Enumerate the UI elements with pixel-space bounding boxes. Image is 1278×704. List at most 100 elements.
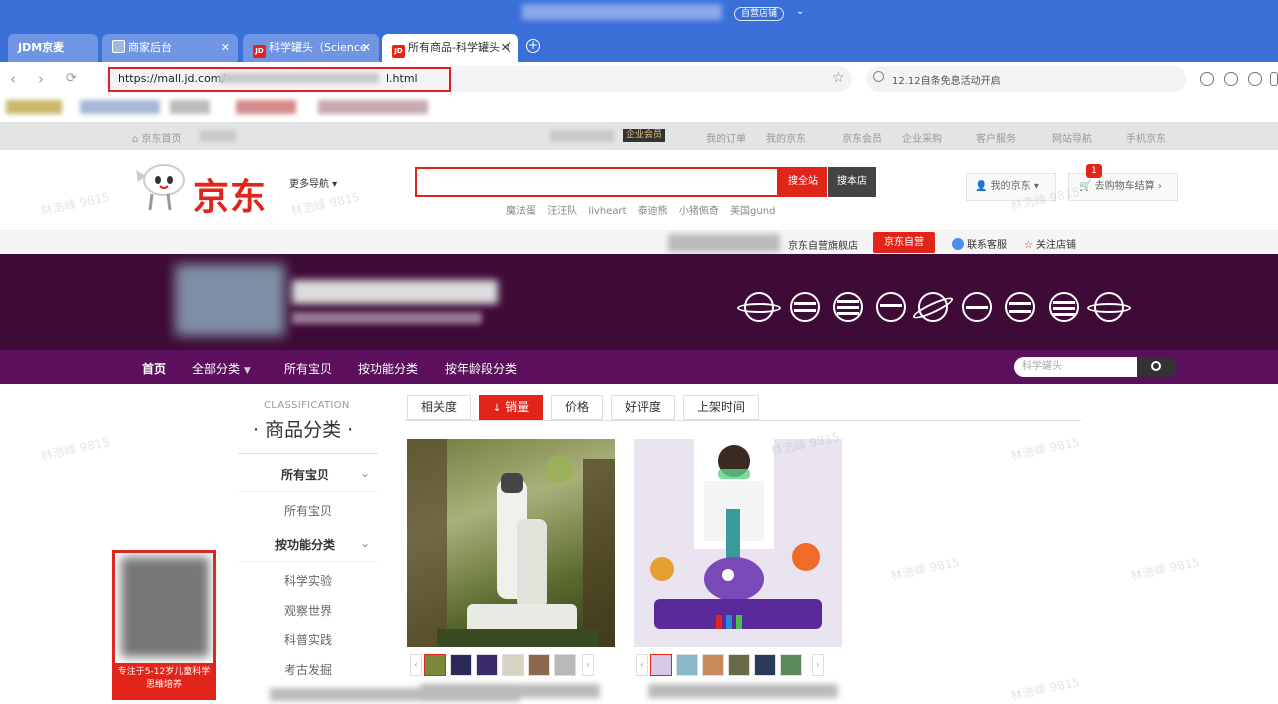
tab-science-can[interactable]: JD 科学罐头（Science ✕ (243, 34, 379, 62)
chevron-left-icon[interactable]: ‹ (636, 654, 648, 676)
hotword-link[interactable]: 汪汪队 (547, 206, 577, 217)
product-price-redacted (420, 684, 600, 698)
close-icon[interactable]: ✕ (221, 34, 230, 62)
thumbnail[interactable] (528, 654, 550, 676)
tab-all-products[interactable]: JD 所有商品-科学罐头（ ✕ (382, 34, 518, 62)
thumbnail[interactable] (650, 654, 672, 676)
side-item-archaeology[interactable]: 考古发掘 (238, 661, 378, 678)
side-item-science-practice[interactable]: 科普实践 (238, 631, 378, 648)
sort-relevance[interactable]: 相关度 (407, 395, 471, 420)
side-item-all-products[interactable]: 所有宝贝 (238, 502, 378, 519)
thumbnail[interactable] (754, 654, 776, 676)
product-image-microscope[interactable] (407, 439, 615, 647)
bookmark-redacted[interactable] (80, 100, 160, 114)
chevron-down-icon[interactable]: ⌄ (360, 526, 370, 560)
extension-icon[interactable] (1270, 72, 1278, 86)
title-redacted (522, 4, 722, 20)
tab-jdm[interactable]: JDM京麦 (8, 34, 98, 62)
thumbnail[interactable] (728, 654, 750, 676)
jd-dog-logo-icon[interactable] (130, 162, 190, 212)
chevron-right-icon[interactable]: › (812, 654, 824, 676)
contact-service-link[interactable]: 联系客服 (952, 236, 1007, 251)
hotword-link[interactable]: 魔法蛋 (506, 206, 536, 217)
sort-rating[interactable]: 好评度 (611, 395, 675, 420)
cart-button[interactable]: 🛒 去购物车结算 › (1068, 173, 1178, 201)
tab-seller-backend[interactable]: 商家后台 ✕ (102, 34, 238, 62)
enterprise-vip-badge[interactable]: 企业会员 (623, 129, 666, 142)
qr-code-card[interactable]: 专注于5-12岁儿童科学思维培养 (112, 550, 216, 700)
thumbnail[interactable] (476, 654, 498, 676)
chevron-left-icon[interactable]: ‹ (410, 654, 422, 676)
bookmark-redacted[interactable] (318, 100, 428, 114)
thumbnail[interactable] (676, 654, 698, 676)
store-nav-by-function[interactable]: 按功能分类 (358, 360, 418, 377)
my-jd-button[interactable]: 👤 我的京东 ▾ (966, 173, 1056, 201)
shortcut-jd-vip[interactable]: 京东会员 (842, 130, 882, 145)
extension-icon[interactable] (1200, 72, 1214, 86)
store-nav-home[interactable]: 首页 (142, 360, 166, 377)
shortcut-site-nav[interactable]: 网站导航 (1052, 130, 1092, 145)
thumbnail[interactable] (450, 654, 472, 676)
thumbnail[interactable] (502, 654, 524, 676)
shortcut-service[interactable]: 客户服务 (976, 130, 1016, 145)
jd-self-operated-badge[interactable]: 京东自营 (873, 232, 935, 253)
bookmark-redacted[interactable] (6, 100, 62, 114)
extension-icon[interactable] (1224, 72, 1238, 86)
store-type-pill[interactable]: 自营店铺 (734, 7, 785, 21)
url-text[interactable]: https://mall.jd.com/ (118, 72, 225, 85)
reload-icon[interactable]: ⟳ (66, 71, 77, 86)
search-store-button[interactable]: 搜本店 (828, 167, 876, 197)
follow-label: 关注店铺 (1035, 240, 1076, 251)
forward-icon[interactable]: › (38, 70, 44, 88)
side-item-observe-world[interactable]: 观察世界 (238, 602, 378, 619)
follow-store-link[interactable]: ☆ 关注店铺 (1024, 236, 1076, 251)
sort-price[interactable]: 价格 (551, 395, 603, 420)
store-search-button[interactable] (1137, 357, 1177, 377)
store-nav-all-products[interactable]: 所有宝贝 (284, 360, 332, 377)
close-icon[interactable]: ✕ (501, 34, 510, 62)
caret-down-icon: ▼ (243, 366, 251, 376)
chevron-down-icon[interactable]: ⌄ (360, 456, 370, 490)
sort-sales[interactable]: ↓ 销量 (479, 395, 543, 420)
store-nav-by-age[interactable]: 按年龄段分类 (445, 360, 517, 377)
jd-logo-text[interactable]: 京东 (193, 168, 267, 220)
jd-favicon-icon: JD (253, 45, 266, 58)
side-category-function[interactable]: 按功能分类 ⌄ (238, 528, 378, 562)
tab-label: 商家后台 (128, 41, 172, 54)
side-category-all[interactable]: 所有宝贝 ⌄ (238, 458, 378, 492)
shortcut-my-orders[interactable]: 我的订单 (706, 130, 746, 145)
close-icon[interactable]: ✕ (362, 34, 371, 62)
search-all-button[interactable]: 搜全站 (779, 167, 827, 197)
more-nav-dropdown[interactable]: 更多导航 ▾ (289, 175, 337, 190)
sort-newest[interactable]: 上架时间 (683, 395, 759, 420)
cart-count-badge: 1 (1086, 164, 1102, 178)
side-item-science-experiment[interactable]: 科学实验 (238, 572, 378, 589)
store-type-label: 京东自营旗舰店 (788, 241, 858, 252)
browser-search-text[interactable]: 12.12自条免息活动开启 (892, 72, 1001, 87)
thumbnail[interactable] (424, 654, 446, 676)
hotword-link[interactable]: 小猪佩奇 (679, 206, 719, 217)
thumbnail[interactable] (702, 654, 724, 676)
store-search-input[interactable]: 科学罐头 (1014, 357, 1138, 377)
jd-home-link[interactable]: ⌂ 京东首页 (132, 130, 182, 145)
shortcut-enterprise[interactable]: 企业采购 (902, 130, 942, 145)
bookmark-redacted[interactable] (236, 100, 296, 114)
chevron-down-icon[interactable]: ⌄ (796, 6, 804, 17)
store-nav-all-categories[interactable]: 全部分类 ▼ (192, 360, 251, 377)
back-icon[interactable]: ‹ (10, 70, 16, 88)
url-suffix[interactable]: l.html (386, 72, 418, 85)
thumbnail[interactable] (554, 654, 576, 676)
shortcut-my-jd[interactable]: 我的京东 (766, 130, 806, 145)
hotword-link[interactable]: 泰迪熊 (638, 206, 668, 217)
thumbnail[interactable] (780, 654, 802, 676)
chevron-right-icon[interactable]: › (582, 654, 594, 676)
main-search-input[interactable] (415, 167, 779, 197)
hotword-link[interactable]: livheart (588, 206, 626, 217)
new-tab-icon[interactable]: + (526, 39, 540, 53)
bookmark-star-icon[interactable]: ☆ (832, 70, 845, 86)
extension-icon[interactable] (1248, 72, 1262, 86)
shortcut-mobile-jd[interactable]: 手机京东 (1126, 130, 1166, 145)
bookmark-redacted[interactable] (170, 100, 210, 114)
product-image-science-kit[interactable] (634, 439, 842, 647)
hotword-link[interactable]: 美国gund (730, 206, 775, 217)
